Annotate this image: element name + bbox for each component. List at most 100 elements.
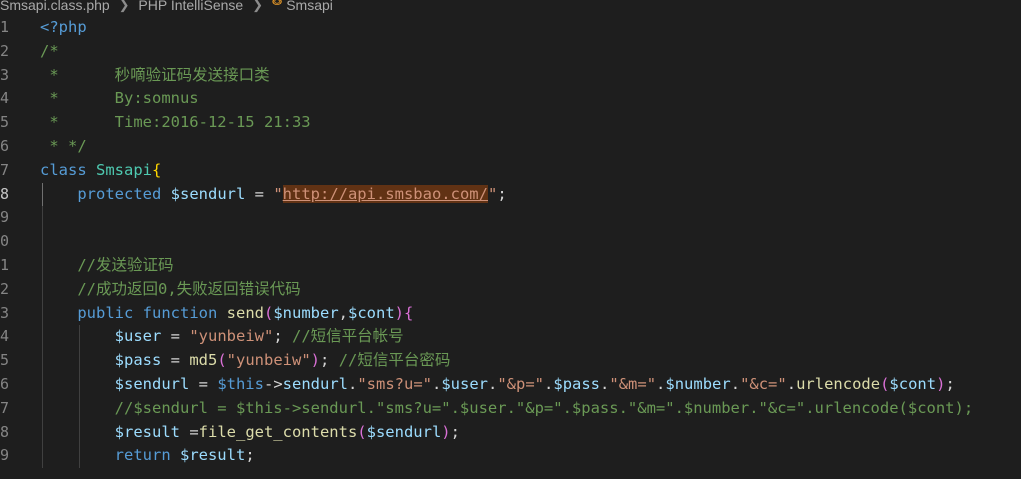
code-text: /* xyxy=(40,40,59,64)
code-line[interactable]: 5 * Time:2016-12-15 21:33 xyxy=(0,111,1021,135)
code-token: $pass xyxy=(114,351,162,370)
code-line[interactable]: 4 * By:somnus xyxy=(0,87,1021,111)
line-number: 3 xyxy=(0,303,10,322)
code-text: <?php xyxy=(40,16,87,40)
code-token: ; xyxy=(273,327,292,346)
line-number: 4 xyxy=(0,327,10,346)
code-line[interactable]: 1 //发送验证码 xyxy=(0,254,1021,278)
code-token: ) xyxy=(441,422,451,441)
code-token: * */ xyxy=(40,137,87,155)
code-token: ( xyxy=(217,351,227,370)
code-text: * Time:2016-12-15 21:33 xyxy=(40,111,311,135)
breadcrumb-symbol-label: Smsapi xyxy=(286,0,333,13)
code-token: $user xyxy=(114,327,162,346)
code-token: //短信平台密码 xyxy=(338,351,451,370)
code-line[interactable]: 8 protected $sendurl = "http://api.smsba… xyxy=(0,182,1021,207)
code-line[interactable]: 3 * 秒嘀验证码发送接口类 xyxy=(0,64,1021,88)
code-line[interactable]: 7 class Smsapi{ xyxy=(0,159,1021,183)
code-token: , xyxy=(338,303,348,322)
code-token: ; xyxy=(497,184,507,203)
code-token: . xyxy=(656,375,666,393)
code-text: //$sendurl = $this->sendurl."sms?u=".$us… xyxy=(40,397,974,421)
indent-guide xyxy=(42,230,43,254)
code-token: . xyxy=(431,375,442,393)
code-token: /* xyxy=(40,41,59,60)
code-text: //发送验证码 xyxy=(40,254,174,278)
code-text: $sendurl = $this->sendurl."sms?u=".$user… xyxy=(40,373,955,397)
code-token: = xyxy=(245,184,274,203)
code-line[interactable]: 9 return $result; xyxy=(0,444,1021,469)
code-editor[interactable]: 1 <?php 2/* 3 * 秒嘀验证码发送接口类 4 * By:somnus 5 * … xyxy=(0,16,1021,479)
breadcrumb-symbol[interactable]: ⭖ Smsapi xyxy=(272,0,333,12)
code-line[interactable]: 6 * */ xyxy=(0,135,1021,159)
code-text: * */ xyxy=(40,135,87,159)
code-token: ( xyxy=(263,303,274,322)
code-token: ; xyxy=(320,351,339,370)
code-token: . xyxy=(488,375,498,393)
code-token: protected xyxy=(77,184,171,203)
code-token: * Time:2016-12-15 21:33 xyxy=(40,113,311,132)
code-line[interactable]: 4 $user = "yunbeiw"; //短信平台帐号 xyxy=(0,325,1021,350)
line-number: 9 xyxy=(0,208,10,227)
line-number: 0 xyxy=(0,232,10,251)
code-token: ; xyxy=(245,446,255,465)
line-number: 8 xyxy=(0,184,10,203)
code-text: //成功返回0,失败返回错误代码 xyxy=(40,278,300,302)
code-token: . xyxy=(730,375,741,393)
code-line[interactable]: 9 xyxy=(0,206,1021,231)
code-token: public xyxy=(77,303,143,322)
line-number: 7 xyxy=(0,398,10,417)
line-number: 1 xyxy=(0,256,10,274)
code-text: $result =file_get_contents($sendurl); xyxy=(40,421,460,445)
code-line[interactable]: 3 public function send($number,$cont){ xyxy=(0,301,1021,326)
code-text: $pass = md5("yunbeiw"); //短信平台密码 xyxy=(40,349,451,373)
chevron-right-icon: ❯ xyxy=(118,0,130,12)
code-line[interactable]: 6 $sendurl = $this->sendurl."sms?u=".$us… xyxy=(0,373,1021,397)
code-token: md5 xyxy=(189,351,218,370)
code-line[interactable]: 0 xyxy=(0,230,1021,254)
code-token: //发送验证码 xyxy=(77,256,174,274)
code-token: . xyxy=(347,375,358,393)
line-number: 1 xyxy=(0,18,10,36)
code-token: $number xyxy=(273,303,339,322)
code-token: "&m=" xyxy=(609,375,657,393)
line-number: 9 xyxy=(0,446,10,465)
code-token: class xyxy=(40,160,96,179)
code-token: $this xyxy=(217,375,264,393)
code-token: function xyxy=(142,303,227,322)
code-token: . xyxy=(544,375,554,393)
code-line[interactable]: 8 $result =file_get_contents($sendurl); xyxy=(0,420,1021,445)
code-line[interactable]: 1 <?php xyxy=(0,16,1021,40)
code-token: $sendurl xyxy=(170,184,246,203)
code-token: { xyxy=(152,160,162,179)
breadcrumb-file[interactable]: Smsapi.class.php xyxy=(0,0,110,12)
code-token: Smsapi xyxy=(96,160,152,179)
line-number: 6 xyxy=(0,137,10,155)
code-line[interactable]: 7 //$sendurl = $this->sendurl."sms?u=".$… xyxy=(0,396,1021,421)
code-text: protected $sendurl = "http://api.smsbao.… xyxy=(40,183,507,207)
class-icon: ⭖ xyxy=(271,0,283,9)
code-token: ( xyxy=(357,422,367,441)
code-token: " xyxy=(273,184,283,203)
code-token: send xyxy=(226,303,264,322)
code-token: * 秒嘀验证码发送接口类 xyxy=(40,65,270,84)
code-text: * By:somnus xyxy=(40,87,198,111)
code-token: { xyxy=(404,303,414,322)
code-token: . xyxy=(600,375,610,393)
code-token: "yunbeiw" xyxy=(226,351,311,370)
line-number: 2 xyxy=(0,279,10,298)
code-line[interactable]: 2 //成功返回0,失败返回错误代码 xyxy=(0,277,1021,302)
code-token: "yunbeiw" xyxy=(189,327,274,346)
code-line[interactable]: 2 /* xyxy=(0,40,1021,64)
breadcrumb-section[interactable]: PHP IntelliSense xyxy=(138,0,243,12)
code-token: = xyxy=(161,351,190,370)
code-token: sendurl xyxy=(282,375,348,393)
code-line[interactable]: 5 $pass = md5("yunbeiw"); //短信平台密码 xyxy=(0,349,1021,373)
code-token: urlencode xyxy=(796,375,881,393)
code-token: " xyxy=(487,184,498,203)
